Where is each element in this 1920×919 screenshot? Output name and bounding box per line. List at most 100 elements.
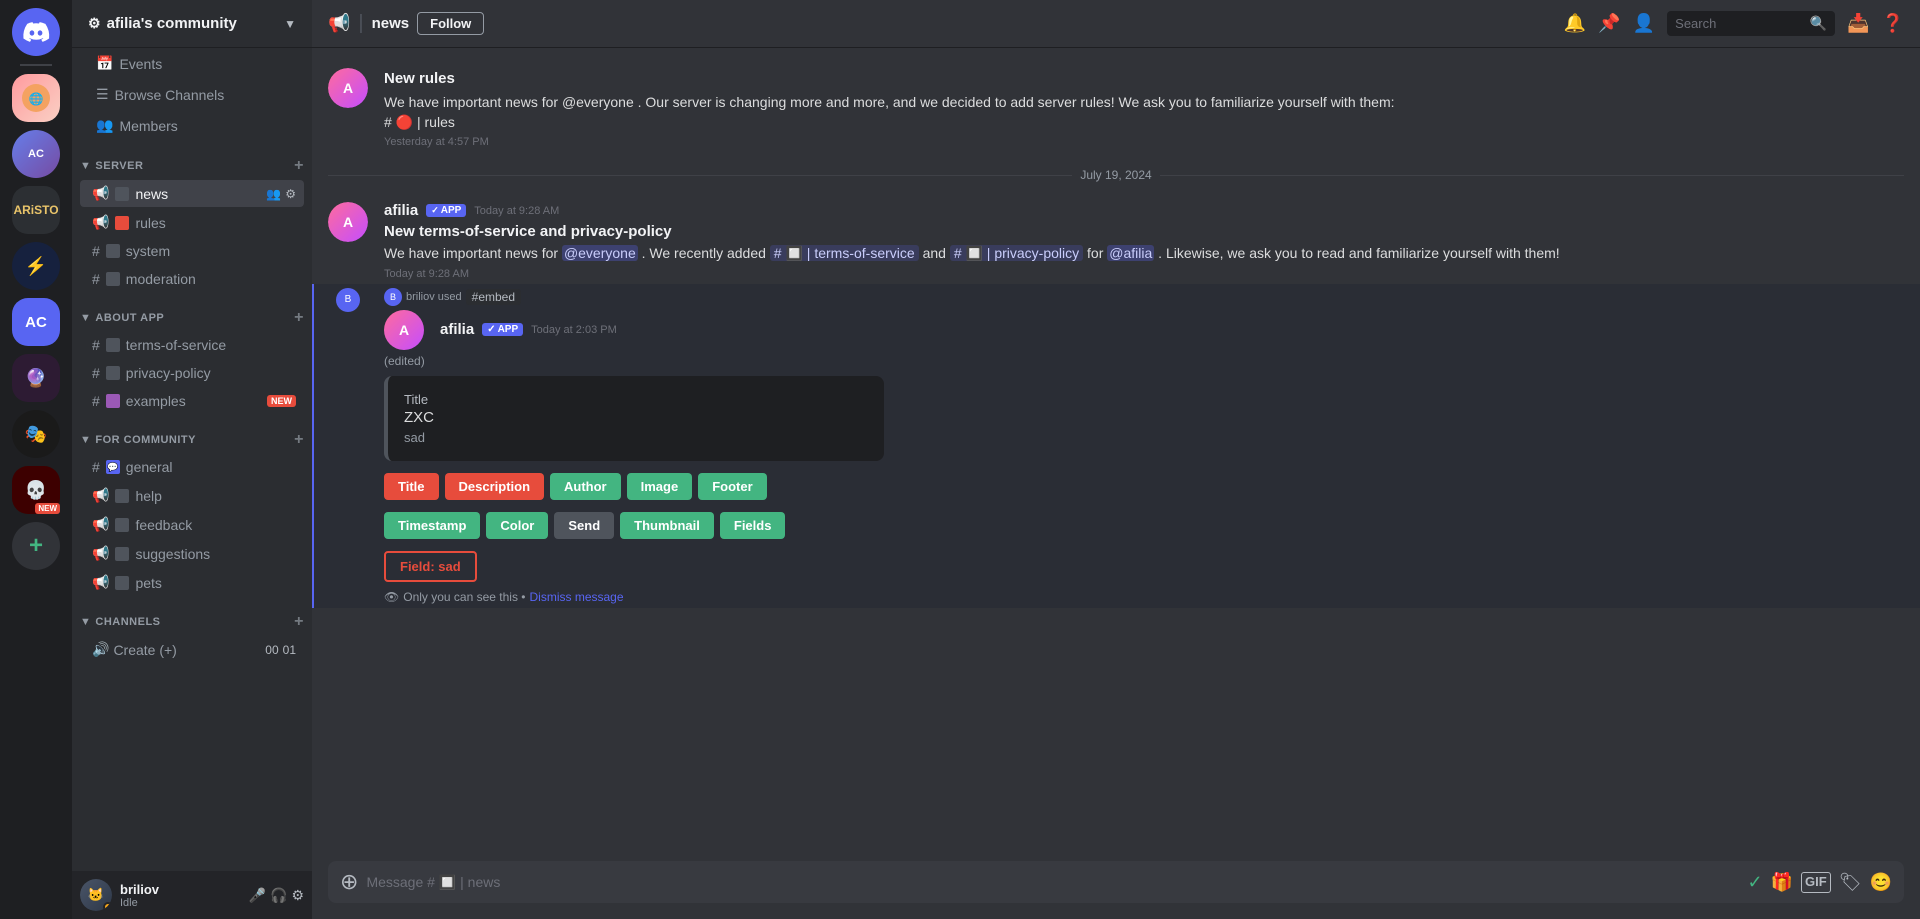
add-member-icon[interactable]: 👤 [1633,13,1655,34]
user-settings-icon[interactable]: ⚙ [291,887,304,904]
gif-icon[interactable]: GIF [1801,872,1831,893]
pipe-icon: | [358,12,363,35]
msg3-content: B briliov used #embed A afilia ✓ APP Tod… [384,288,1904,604]
channel-general[interactable]: # 💬 general [80,454,304,480]
category-add-button-server[interactable]: + [294,157,304,175]
message-content-2: afilia ✓ APP Today at 9:28 AM New terms-… [384,202,1904,280]
check-icon: ✓ [431,205,439,216]
channel-suggestions-label: suggestions [135,546,210,562]
message-author-2: afilia [384,202,418,219]
briliov-mini-avatar: B [384,288,402,306]
embed-btn-author[interactable]: Author [550,473,621,500]
news-gear-icon[interactable]: ⚙ [285,187,296,201]
channel-news[interactable]: 📢 news 👥 ⚙ [80,180,304,207]
category-server-label: SERVER [95,160,143,172]
category-add-button-about[interactable]: + [294,309,304,327]
browse-icon: ☰ [96,86,109,103]
check-icon-3: ✓ [487,324,495,335]
dismiss-link[interactable]: Dismiss message [530,590,624,604]
mute-icon[interactable]: 🎤 [249,887,266,904]
server-icon-2[interactable]: AC [12,130,60,178]
server-icon-ac[interactable]: AC [12,298,60,346]
channel-moderation-label: moderation [126,271,196,287]
embed-btn-title[interactable]: Title [384,473,439,500]
app-badge-2: ✓ APP [426,204,466,217]
sticker-icon[interactable]: 🏷 [1839,872,1862,893]
embed-btn-field-sad[interactable]: Field: sad [384,551,477,582]
server-icon-1[interactable]: 🌐 [12,74,60,122]
rules-channel-link[interactable]: # 🔴 | rules [384,114,455,130]
pp-link[interactable]: # 🔲 | privacy-policy [950,245,1083,261]
gift-icon[interactable]: 🎁 [1771,872,1793,893]
server-name-bar[interactable]: ⚙ afilia's community ▼ [72,0,312,48]
emoji-icon[interactable]: 😊 [1870,872,1892,893]
briliov-avatar: B [336,288,360,312]
embed-btn-description[interactable]: Description [445,473,545,500]
tos-sub-icon [106,338,120,352]
user-status-dot [103,902,112,911]
verified-icon[interactable]: ✓ [1748,872,1763,893]
browse-channels-label: Browse Channels [115,87,225,103]
category-chevron-server: ▼ [80,160,91,172]
tos-link[interactable]: # 🔲 | terms-of-service [770,245,919,261]
channel-terms-of-service[interactable]: # terms-of-service [80,332,304,358]
msg2-mention[interactable]: @everyone [562,245,638,261]
sidebar-item-browse-channels[interactable]: ☰ Browse Channels [80,80,304,109]
category-for-community[interactable]: ▼ FOR COMMUNITY + [72,415,312,453]
events-label: Events [119,56,162,72]
notification-bell-icon[interactable]: 🔔 [1564,13,1586,34]
server-sidebar: 🌐 AC ARiSTO ⚡ AC 🔮 🎭 💀 NEW + [0,0,72,919]
category-channels[interactable]: ▼ CHANNELS + [72,597,312,635]
category-add-button-community[interactable]: + [294,431,304,449]
message-input[interactable] [366,874,1739,890]
sidebar-item-events[interactable]: 📅 Events [80,49,304,78]
embed-btn-footer[interactable]: Footer [698,473,766,500]
server-icon-6[interactable]: 🎭 [12,410,60,458]
help-icon[interactable]: ❓ [1882,13,1904,34]
msg2-timestamp: Today at 9:28 AM [384,268,1904,280]
embed-btn-fields[interactable]: Fields [720,512,786,539]
hash-icon-pp: # [92,365,100,381]
channel-help[interactable]: 📢 help [80,482,304,509]
add-attachment-icon[interactable]: ⊕ [340,869,358,895]
channel-examples[interactable]: # examples NEW [80,388,304,414]
mention-everyone[interactable]: @everyone [562,94,634,110]
message-input-container: ⊕ ✓ 🎁 GIF 🏷 😊 [328,861,1904,903]
top-bar-right: 🔔 📌 👤 🔍 📥 ❓ [1564,11,1904,36]
server-icon-5[interactable]: 🔮 [12,354,60,402]
channel-pets[interactable]: 📢 pets [80,569,304,596]
channel-privacy-policy[interactable]: # privacy-policy [80,360,304,386]
search-input[interactable] [1675,16,1804,31]
channel-system[interactable]: # system [80,238,304,264]
embed-btn-image[interactable]: Image [627,473,693,500]
channel-feedback[interactable]: 📢 feedback [80,511,304,538]
follow-button[interactable]: Follow [417,12,484,35]
server-name: afilia's community [107,15,237,32]
channel-create[interactable]: 🔊 Create (+) 00 01 [80,636,304,663]
server-icon-3[interactable]: ARiSTO [12,186,60,234]
deafen-icon[interactable]: 🎧 [270,887,287,904]
eye-icon: 👁 [384,590,399,604]
category-about-app[interactable]: ▼ ABOUT APP + [72,293,312,331]
sidebar-item-members[interactable]: 👥 Members [80,111,304,140]
category-server[interactable]: ▼ SERVER + [72,141,312,179]
table-row: A afilia ✓ APP Today at 9:28 AM New term… [312,198,1920,284]
category-add-button-channels[interactable]: + [294,613,304,631]
embed-btn-timestamp[interactable]: Timestamp [384,512,480,539]
inbox-icon[interactable]: 📥 [1847,13,1869,34]
channel-rules[interactable]: 📢 rules [80,209,304,236]
embed-btn-send[interactable]: Send [554,512,614,539]
hash-icon-moderation: # [92,271,100,287]
server-icon-4[interactable]: ⚡ [12,242,60,290]
pin-icon[interactable]: 📌 [1598,13,1620,34]
search-bar[interactable]: 🔍 [1667,11,1835,36]
channel-moderation[interactable]: # moderation [80,266,304,292]
channel-suggestions[interactable]: 📢 suggestions [80,540,304,567]
embed-btn-color[interactable]: Color [486,512,548,539]
embed-btn-thumbnail[interactable]: Thumbnail [620,512,714,539]
add-server-icon[interactable]: + [12,522,60,570]
members-label: Members [119,118,177,134]
server-icon-7[interactable]: 💀 NEW [12,466,60,514]
msg2-mention-afilia[interactable]: @afilia [1107,245,1154,261]
discord-home-icon[interactable] [12,8,60,56]
